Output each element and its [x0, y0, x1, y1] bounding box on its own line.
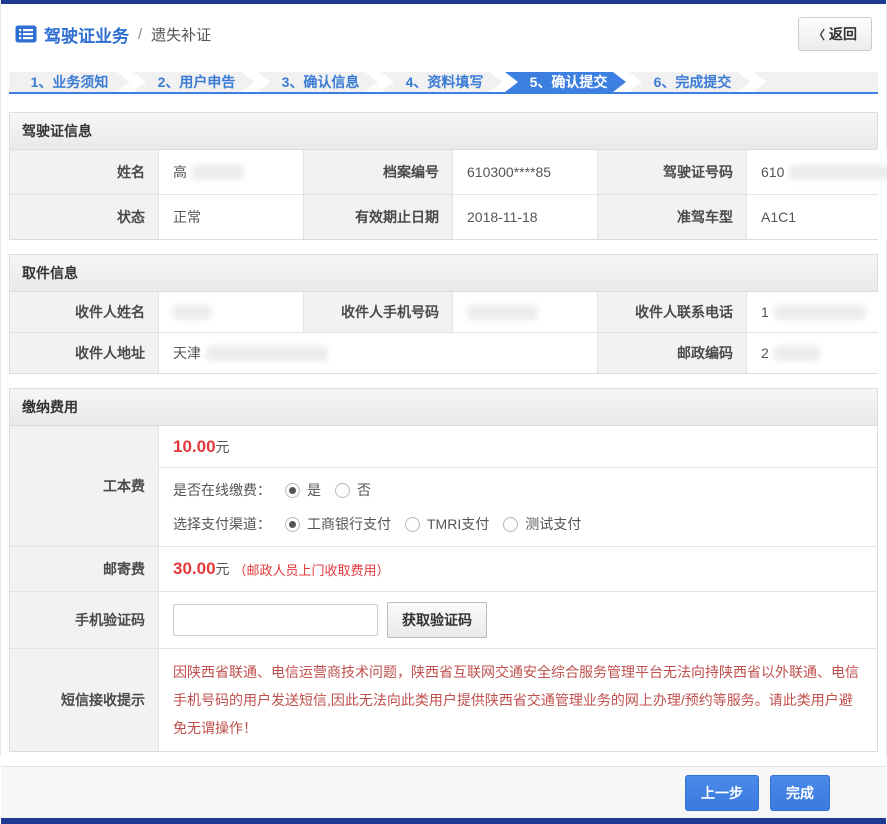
redacted-value	[467, 305, 537, 320]
pickup-info-section: 取件信息 收件人姓名 收件人手机号码 收件人联系电话 1 收件人地址 天津 邮政…	[9, 254, 878, 374]
sms-note-cell: 因陕西省联通、电信运营商技术问题，陕西省互联网交通安全综合服务管理平台无法向持陕…	[159, 649, 877, 751]
license-info-table: 姓名 高 档案编号 610300****85 驾驶证号码 610 状态 正常 有…	[10, 150, 877, 239]
mail-fee-value: 30.00元（邮政人员上门收取费用）	[159, 547, 877, 591]
address-value: 天津	[159, 333, 597, 373]
online-pay-no-label: 否	[357, 480, 371, 500]
pickup-info-table: 收件人姓名 收件人手机号码 收件人联系电话 1 收件人地址 天津 邮政编码 2	[10, 292, 877, 373]
recipient-name-label: 收件人姓名	[10, 292, 158, 332]
class-value: A1C1	[747, 195, 887, 239]
phone-label: 收件人联系电话	[598, 292, 746, 332]
redacted-value	[206, 346, 328, 361]
fees-title: 缴纳费用	[10, 389, 877, 426]
mail-fee-note: （邮政人员上门收取费用）	[234, 560, 390, 579]
production-fee-unit: 元	[216, 439, 230, 455]
address-label: 收件人地址	[10, 333, 158, 373]
pay-channel-question: 选择支付渠道：	[173, 514, 271, 534]
step-5-confirm-submit: 5、确认提交	[505, 72, 626, 92]
name-label: 姓名	[10, 150, 158, 194]
channel-tmri-label: TMRI支付	[427, 514, 489, 534]
license-info-title: 驾驶证信息	[10, 113, 877, 150]
mail-fee-label: 邮寄费	[10, 547, 158, 591]
status-value: 正常	[159, 195, 303, 239]
online-pay-row: 是否在线缴费： 是 否	[159, 468, 877, 507]
online-pay-no-radio[interactable]: 否	[335, 480, 371, 500]
previous-step-button[interactable]: 上一步	[685, 775, 759, 811]
online-pay-yes-label: 是	[307, 480, 321, 500]
page-title: 驾驶证业务	[44, 22, 129, 47]
step-3-confirm-info: 3、确认信息	[257, 72, 378, 92]
status-label: 状态	[10, 195, 158, 239]
channel-test-radio[interactable]: 测试支付	[503, 514, 581, 534]
fees-table: 工本费 10.00元 是否在线缴费： 是 否 选择支付渠道： 工商银行支付 TM…	[10, 426, 877, 751]
production-fee-label: 工本费	[10, 426, 158, 546]
step-4-fill-data: 4、资料填写	[381, 72, 502, 92]
back-button[interactable]: 〈 返回	[798, 17, 872, 51]
breadcrumb: 驾驶证业务 / 遗失补证	[15, 22, 211, 47]
sms-note-text: 因陕西省联通、电信运营商技术问题，陕西省互联网交通安全综合服务管理平台无法向持陕…	[159, 649, 877, 751]
expiry-value: 2018-11-18	[453, 195, 597, 239]
radio-icon	[335, 483, 350, 498]
production-fee-amount-row: 10.00元	[159, 426, 877, 468]
channel-icbc-radio[interactable]: 工商银行支付	[285, 514, 391, 534]
channel-tmri-radio[interactable]: TMRI支付	[405, 514, 489, 534]
pay-channel-row: 选择支付渠道： 工商银行支付 TMRI支付 测试支付	[159, 507, 877, 546]
list-icon	[15, 25, 37, 43]
phone-value: 1	[747, 292, 880, 332]
redacted-value	[173, 305, 211, 320]
license-no-value: 610	[747, 150, 887, 194]
redacted-value	[774, 305, 866, 320]
class-label: 准驾车型	[598, 195, 746, 239]
postcode-value: 2	[747, 333, 880, 373]
step-6-finish-submit: 6、完成提交	[629, 72, 750, 92]
mail-fee-amount: 30.00	[173, 559, 216, 579]
finish-button[interactable]: 完成	[770, 775, 830, 811]
file-no-label: 档案编号	[304, 150, 452, 194]
expiry-label: 有效期止日期	[304, 195, 452, 239]
bottom-accent-bar	[1, 818, 886, 824]
redacted-value	[774, 346, 820, 361]
captcha-input[interactable]	[173, 604, 378, 636]
radio-icon	[285, 517, 300, 532]
file-no-value: 610300****85	[453, 150, 597, 194]
production-fee-amount: 10.00	[173, 437, 216, 456]
recipient-name-value	[159, 292, 303, 332]
production-fee-cell: 10.00元 是否在线缴费： 是 否 选择支付渠道： 工商银行支付 TMRI支付…	[159, 426, 877, 546]
channel-test-label: 测试支付	[525, 514, 581, 534]
radio-icon	[503, 517, 518, 532]
main-content: 驾驶证信息 姓名 高 档案编号 610300****85 驾驶证号码 610 状…	[1, 94, 886, 766]
mobile-value	[453, 292, 597, 332]
mobile-label: 收件人手机号码	[304, 292, 452, 332]
action-footer: 上一步 完成	[1, 766, 886, 818]
radio-icon	[405, 517, 420, 532]
step-1-business-notice: 1、业务须知	[9, 72, 130, 92]
pickup-info-title: 取件信息	[10, 255, 877, 292]
redacted-value	[789, 165, 887, 180]
postcode-label: 邮政编码	[598, 333, 746, 373]
mail-fee-unit: 元	[216, 559, 230, 579]
captcha-label: 手机验证码	[10, 592, 158, 648]
channel-icbc-label: 工商银行支付	[307, 514, 391, 534]
online-pay-question: 是否在线缴费：	[173, 480, 271, 500]
online-pay-yes-radio[interactable]: 是	[285, 480, 321, 500]
license-info-section: 驾驶证信息 姓名 高 档案编号 610300****85 驾驶证号码 610 状…	[9, 112, 878, 240]
sms-note-label: 短信接收提示	[10, 649, 158, 751]
get-captcha-button[interactable]: 获取验证码	[387, 602, 487, 638]
captcha-cell: 获取验证码	[159, 592, 877, 648]
page-header: 驾驶证业务 / 遗失补证 〈 返回	[1, 4, 886, 64]
name-value: 高	[159, 150, 303, 194]
chevron-left-icon: 〈	[813, 26, 825, 43]
license-no-label: 驾驶证号码	[598, 150, 746, 194]
back-button-label: 返回	[829, 24, 857, 44]
page-subtitle: 遗失补证	[151, 24, 211, 45]
step-filler	[753, 72, 878, 92]
step-wizard: 1、业务须知 2、用户申告 3、确认信息 4、资料填写 5、确认提交 6、完成提…	[9, 72, 878, 94]
redacted-value	[192, 165, 244, 180]
fees-section: 缴纳费用 工本费 10.00元 是否在线缴费： 是 否 选择支付渠道： 工商银行…	[9, 388, 878, 752]
breadcrumb-divider: /	[138, 26, 142, 43]
step-2-user-declaration: 2、用户申告	[133, 72, 254, 92]
radio-icon	[285, 483, 300, 498]
